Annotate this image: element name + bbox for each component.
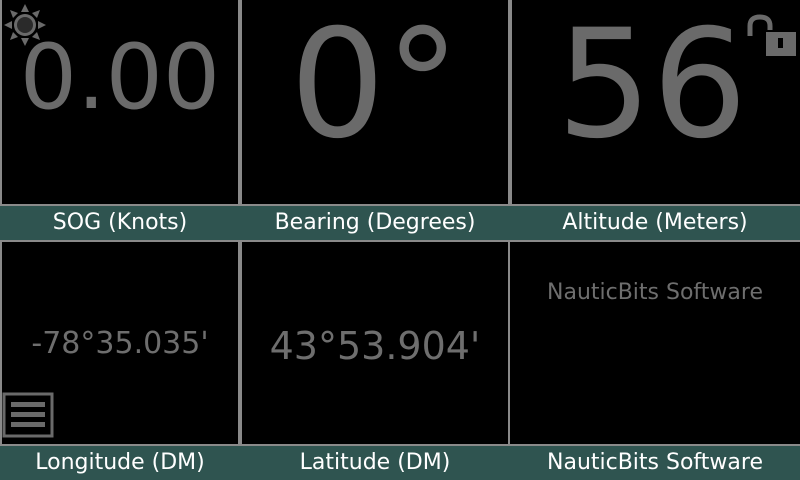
latitude-panel[interactable]: 43°53.904': [242, 242, 508, 444]
longitude-value: -78°35.035': [31, 326, 209, 361]
unlock-icon[interactable]: [744, 14, 798, 58]
longitude-label: Longitude (DM): [0, 446, 240, 480]
gps-dashboard: 0.00 0° 56 SOG (Knots) Bearing (Degrees)…: [0, 0, 800, 480]
altitude-label: Altitude (Meters): [510, 206, 800, 240]
latitude-value: 43°53.904': [269, 324, 481, 368]
bearing-value: 0°: [289, 0, 461, 172]
latitude-label: Latitude (DM): [240, 446, 510, 480]
sog-label: SOG (Knots): [0, 206, 240, 240]
brand-label: NauticBits Software: [510, 446, 800, 480]
bearing-label: Bearing (Degrees): [240, 206, 510, 240]
brand-panel[interactable]: NauticBits Software: [510, 242, 800, 444]
brightness-icon[interactable]: [2, 2, 48, 48]
menu-icon[interactable]: [2, 392, 54, 438]
bearing-panel[interactable]: 0°: [242, 0, 508, 204]
brand-value: NauticBits Software: [547, 280, 763, 305]
